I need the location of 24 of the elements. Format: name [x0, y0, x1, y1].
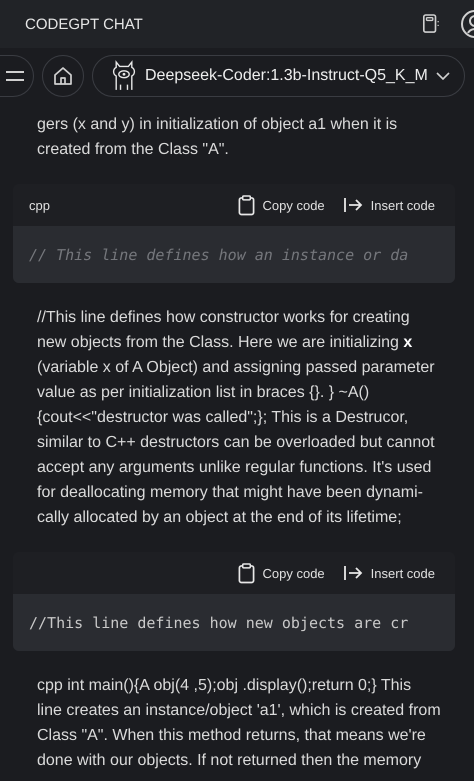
copy-code-button[interactable]: Copy code [238, 562, 325, 584]
insert-code-button[interactable]: Insert code [342, 565, 435, 581]
menu-icon [4, 70, 24, 82]
app-title: CODEGPT CHAT [25, 16, 144, 32]
clipboard-icon [238, 562, 255, 584]
message-text: cpp int main(){A obj(4 ,5);obj .display();return 0;} This line creates an instance/object 'a1', which is created from Class "A". When this method returns, that means we're done with our objects. If not returned then the memory [37, 676, 442, 771]
insert-code-button[interactable]: Insert code [342, 197, 435, 213]
message-text: gers (x and y) in initialization of object a1 when it is created from the Class "A". [37, 115, 398, 160]
code-language: cpp [29, 198, 50, 212]
notebook-icon[interactable] [422, 13, 440, 35]
home-icon [53, 66, 73, 86]
message-text: //This line defines how constructor works for creating new objects from the Class. Here we are initializing x (variable x of A Object) and assigning passed parameter value as per initialization list in braces {}. } ~A() {cout<<"destructor was called";}; This is a Destrucor, similar to C++ destructors can be overloaded but cannot accept any arguments unlike regular functions. It's used for deallocating memory that might have been dynami- cally allocated by an object at the end of its lifetime; [37, 308, 436, 528]
insert-arrow-icon [342, 197, 363, 213]
code-line: //This line defines how new objects are cr [29, 614, 408, 632]
insert-arrow-icon [342, 565, 363, 581]
clipboard-icon [238, 194, 255, 216]
code-line: // This line defines how an instance or da [29, 246, 408, 264]
model-selector[interactable]: Deepseek-Coder:1.3b-Instruct-Q5_K_M [92, 55, 465, 97]
llama-icon [111, 60, 137, 92]
chevron-down-icon [436, 72, 450, 80]
user-icon[interactable] [460, 9, 474, 39]
home-button[interactable] [42, 55, 84, 97]
copy-code-button[interactable]: Copy code [238, 194, 325, 216]
menu-button[interactable] [0, 55, 34, 97]
